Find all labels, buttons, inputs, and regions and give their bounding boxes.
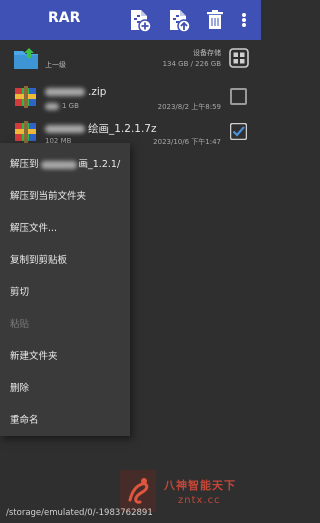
parent-folder-row[interactable]: 上一级 设备存储 134 GB / 226 GB	[0, 40, 261, 80]
grid-view-icon[interactable]	[229, 48, 249, 68]
parent-label: 上一级	[45, 61, 66, 69]
file-name: .zip	[45, 86, 106, 98]
blurred-text	[45, 102, 59, 110]
current-path: /storage/emulated/0/-1983762891	[6, 508, 153, 518]
path-bar: /storage/emulated/0/-1983762891	[0, 504, 261, 523]
storage-title: 设备存储	[193, 49, 221, 57]
rar-archive-icon	[12, 82, 40, 110]
file-date: 2023/8/2 上午8:59	[157, 103, 221, 111]
file-checkbox-checked[interactable]	[230, 123, 247, 140]
menu-item-rename[interactable]: 重命名	[10, 412, 39, 426]
file-size: 1 GB	[45, 102, 79, 110]
blurred-text	[45, 125, 85, 133]
app-toolbar: RAR	[0, 0, 261, 40]
menu-item-new-folder[interactable]: 新建文件夹	[10, 348, 58, 362]
file-checkbox[interactable]	[230, 88, 247, 105]
app-title: RAR	[48, 10, 81, 26]
delete-icon[interactable]	[201, 6, 229, 34]
menu-item-extract-here[interactable]: 解压到当前文件夹	[10, 188, 86, 202]
folder-up-icon	[12, 45, 40, 73]
blurred-text	[40, 160, 77, 169]
context-menu: 解压到 画_1.2.1/ 解压到当前文件夹 解压文件... 复制到剪贴板 剪切 粘…	[0, 143, 130, 436]
more-vert-icon[interactable]	[234, 6, 254, 34]
menu-item-paste: 粘贴	[10, 319, 30, 330]
watermark-line1: 八神智能天下	[164, 479, 236, 492]
archive-extract-icon[interactable]	[164, 6, 192, 34]
menu-item-copy-clipboard[interactable]: 复制到剪贴板	[10, 252, 67, 266]
menu-item-cut[interactable]: 剪切	[10, 284, 29, 298]
check-icon	[230, 123, 247, 140]
rar-screen: RAR 上一级 设备存储 134 GB / 226 GB .zip 1 GB 2…	[0, 0, 261, 523]
menu-item-extract-to[interactable]: 解压到 画_1.2.1/	[10, 156, 120, 170]
blurred-text	[45, 88, 85, 96]
menu-item-delete[interactable]: 删除	[10, 380, 29, 394]
file-date: 2023/10/6 下午1:47	[153, 138, 221, 146]
storage-info: 134 GB / 226 GB	[162, 60, 221, 68]
menu-item-extract-files[interactable]: 解压文件...	[10, 220, 57, 234]
file-name: 绘画_1.2.1.7z	[45, 121, 157, 136]
rar-archive-icon	[12, 117, 40, 145]
file-row[interactable]: .zip 1 GB 2023/8/2 上午8:59	[0, 77, 261, 117]
archive-add-icon[interactable]	[125, 6, 153, 34]
